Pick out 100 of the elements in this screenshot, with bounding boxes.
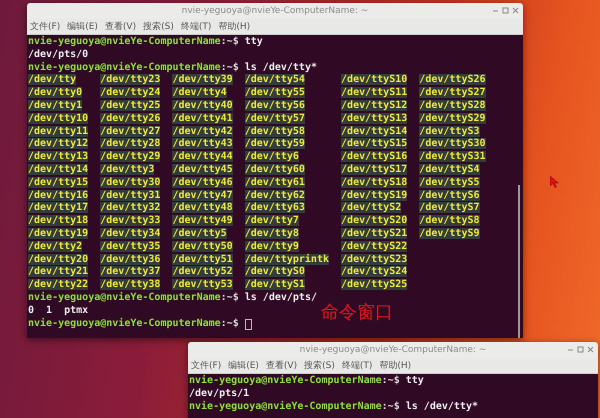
device-file-name: /dev/tty27 xyxy=(100,126,160,137)
menu-item[interactable]: 搜索(S) xyxy=(304,359,335,372)
device-file-name: /dev/ttyS25 xyxy=(341,279,408,290)
device-file-name: /dev/tty8 xyxy=(244,228,299,239)
device-file-name: /dev/tty0 xyxy=(28,87,82,98)
prompt-path: :~$ xyxy=(220,62,239,74)
prompt-user: nvie-yeguoya@nvieYe-ComputerName xyxy=(28,62,221,74)
command-text: ls /dev/pts/ xyxy=(244,292,317,305)
device-file-name: /dev/tty51 xyxy=(172,254,233,265)
device-file-name: /dev/tty15 xyxy=(28,176,88,188)
device-file-name: /dev/tty49 xyxy=(172,215,233,226)
device-file-name: /dev/tty21 xyxy=(28,266,88,278)
menu-item[interactable]: 编辑(E) xyxy=(67,20,98,33)
output-text: /dev/pts/0 xyxy=(28,48,88,62)
device-file-name: /dev/ttyS10 xyxy=(341,74,408,86)
device-file-name: /dev/ttyS4 xyxy=(419,164,480,175)
device-file-name: /dev/tty11 xyxy=(28,126,88,137)
device-file-name: /dev/tty30 xyxy=(100,176,160,188)
device-file-name: /dev/tty9 xyxy=(244,240,299,252)
command-text: ls /dev/tty* xyxy=(404,400,478,414)
prompt-path: :~$ xyxy=(382,400,400,414)
device-file-name: /dev/tty34 xyxy=(100,228,160,239)
prompt-path: :~$ xyxy=(220,318,239,330)
menu-item[interactable]: 查看(V) xyxy=(266,359,298,372)
device-file-name: /dev/tty41 xyxy=(172,112,233,124)
prompt-path: :~$ xyxy=(220,292,239,305)
device-file-name: /dev/tty5 xyxy=(172,228,227,239)
device-file-name: /dev/tty38 xyxy=(100,279,160,290)
device-file-name: /dev/tty52 xyxy=(172,266,233,278)
device-file-name: /dev/tty42 xyxy=(172,126,233,137)
prompt-user: nvie-yeguoya@nvieYe-ComputerName xyxy=(28,36,221,49)
device-file-name: /dev/tty56 xyxy=(244,100,305,111)
menu-item[interactable]: 搜索(S) xyxy=(143,20,174,33)
device-file-name: /dev/tty24 xyxy=(100,87,160,98)
device-file-name: /dev/tty4 xyxy=(172,87,227,98)
device-file-name: /dev/ttyS5 xyxy=(419,176,480,188)
device-file-name: /dev/tty44 xyxy=(172,151,233,162)
device-file-name: /dev/ttyS22 xyxy=(341,240,408,252)
device-file-name: /dev/tty62 xyxy=(244,190,305,201)
device-file-name: /dev/ttyS2 xyxy=(341,202,402,214)
device-file-name: /dev/tty2 xyxy=(28,240,82,252)
device-file-name: /dev/tty20 xyxy=(28,254,88,265)
maximize-icon[interactable] xyxy=(502,7,509,14)
device-file-name: /dev/tty58 xyxy=(244,126,305,137)
device-file-name: /dev/tty32 xyxy=(100,202,160,214)
device-file-name: /dev/ttyS8 xyxy=(419,215,480,226)
menu-item[interactable]: 终端(T) xyxy=(180,20,212,33)
device-file-name: /dev/ttyS15 xyxy=(341,138,408,150)
output-text: 0 1 ptmx xyxy=(28,304,88,318)
device-file-name: /dev/ttyS11 xyxy=(341,87,408,98)
device-file-name: /dev/tty6 xyxy=(244,151,299,162)
maximize-icon[interactable] xyxy=(577,346,584,353)
device-file-name: /dev/tty29 xyxy=(100,151,160,162)
device-file-name: /dev/tty35 xyxy=(100,240,160,252)
prompt-user: nvie-yeguoya@nvieYe-ComputerName xyxy=(28,318,221,330)
device-file-name: /dev/tty48 xyxy=(172,202,233,214)
device-file-name: /dev/tty33 xyxy=(100,215,160,226)
close-icon[interactable] xyxy=(587,346,594,353)
menu-item[interactable]: 编辑(E) xyxy=(228,359,259,372)
device-file-name: /dev/ttyS6 xyxy=(419,190,480,201)
device-file-name: /dev/tty31 xyxy=(100,190,160,201)
device-file-name: /dev/ttyS23 xyxy=(341,254,408,265)
device-file-name: /dev/tty26 xyxy=(100,112,160,124)
device-file-name: /dev/ttyS20 xyxy=(341,215,408,226)
menu-item[interactable]: 终端(T) xyxy=(342,359,372,372)
device-file-name: /dev/tty60 xyxy=(244,164,305,175)
device-file-name: /dev/tty23 xyxy=(100,74,160,86)
close-icon[interactable] xyxy=(512,7,519,14)
device-file-name: /dev/tty19 xyxy=(28,228,88,239)
device-file-name: /dev/tty10 xyxy=(28,112,88,124)
device-file-name: /dev/tty45 xyxy=(172,164,233,175)
device-file-name: /dev/ttyS28 xyxy=(419,100,486,111)
device-file-name: /dev/tty18 xyxy=(28,215,88,226)
annotation-text: 命令窗口 xyxy=(321,301,393,324)
menu-item[interactable]: 查看(V) xyxy=(104,20,136,33)
menu-item[interactable]: 文件(F) xyxy=(30,20,60,33)
scrollbar[interactable] xyxy=(518,185,520,338)
device-file-name: /dev/tty47 xyxy=(172,190,233,201)
prompt-user: nvie-yeguoya@nvieYe-ComputerName xyxy=(189,400,382,414)
device-file-name: /dev/tty61 xyxy=(244,176,305,188)
device-file-name: /dev/ttyS9 xyxy=(419,228,480,239)
device-file-name: /dev/tty12 xyxy=(28,138,88,150)
device-file-name: /dev/tty40 xyxy=(172,100,233,111)
prompt-path: :~$ xyxy=(220,36,239,49)
device-file-name: /dev/ttyS7 xyxy=(419,202,480,214)
device-file-name: /dev/ttyS21 xyxy=(341,228,408,239)
device-file-name: /dev/tty54 xyxy=(244,74,305,86)
device-file-name: /dev/tty43 xyxy=(172,138,233,150)
device-file-name: /dev/ttyS31 xyxy=(419,151,486,162)
device-file-name: /dev/tty17 xyxy=(28,202,88,214)
device-file-name: /dev/ttyS13 xyxy=(341,112,408,124)
device-file-name: /dev/tty63 xyxy=(244,202,305,214)
menu-item[interactable]: 帮助(H) xyxy=(379,359,412,372)
prompt-user: nvie-yeguoya@nvieYe-ComputerName xyxy=(28,292,221,305)
device-file-name: /dev/ttyS14 xyxy=(341,126,408,137)
device-file-name: /dev/ttyS16 xyxy=(341,151,408,162)
menu-item[interactable]: 文件(F) xyxy=(191,359,222,372)
device-file-name: /dev/tty22 xyxy=(28,279,88,290)
command-text: tty xyxy=(404,375,424,388)
menu-item[interactable]: 帮助(H) xyxy=(218,20,250,33)
